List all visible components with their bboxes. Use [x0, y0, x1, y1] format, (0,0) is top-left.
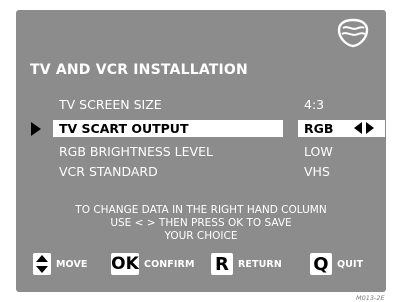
- ok-key-cap: OK: [111, 253, 139, 275]
- quit-label: QUIT: [337, 258, 364, 270]
- menu-row-value: LOW: [304, 144, 333, 159]
- move-label: MOVE: [56, 258, 88, 270]
- q-key-cap: Q: [310, 253, 332, 275]
- return-key[interactable]: R RETURN: [211, 253, 282, 275]
- menu-row-value: VHS: [304, 164, 330, 179]
- menu-row-value: RGB: [304, 121, 334, 136]
- quit-key[interactable]: Q QUIT: [310, 253, 363, 275]
- help-line: USE < > THEN PRESS OK TO SAVE: [110, 217, 292, 229]
- help-line: TO CHANGE DATA IN THE RIGHT HAND COLUMN: [75, 204, 327, 216]
- r-key-cap: R: [211, 253, 233, 275]
- confirm-key[interactable]: OK CONFIRM: [111, 253, 195, 275]
- menu-row-screen-size[interactable]: TV SCREEN SIZE 4:3: [53, 96, 385, 113]
- menu-row-scart-output[interactable]: TV SCART OUTPUT RGB: [53, 120, 385, 137]
- figure-frame: TV AND VCR INSTALLATION TV SCREEN SIZE 4…: [0, 0, 398, 302]
- philips-shield-logo-icon: [337, 18, 369, 48]
- move-key[interactable]: MOVE: [33, 253, 88, 275]
- left-right-arrows-icon[interactable]: [354, 122, 374, 134]
- menu-row-rgb-brightness[interactable]: RGB BRIGHTNESS LEVEL LOW: [53, 143, 385, 160]
- help-line: YOUR CHOICE: [164, 230, 238, 242]
- menu-row-value: 4:3: [304, 97, 325, 112]
- key-legend: MOVE OK CONFIRM R RETURN Q QUIT: [33, 253, 378, 277]
- figure-code: M013-2E: [356, 294, 385, 302]
- selection-pointer-icon: [31, 122, 41, 136]
- menu-row-label: RGB BRIGHTNESS LEVEL: [59, 144, 213, 159]
- menu-row-vcr-standard[interactable]: VCR STANDARD VHS: [53, 163, 385, 180]
- return-label: RETURN: [238, 258, 282, 270]
- page-title: TV AND VCR INSTALLATION: [30, 62, 248, 78]
- menu-row-label: TV SCREEN SIZE: [59, 97, 162, 112]
- help-text: TO CHANGE DATA IN THE RIGHT HAND COLUMN …: [16, 204, 386, 243]
- menu-row-label: TV SCART OUTPUT: [59, 121, 189, 136]
- up-down-arrows-icon: [33, 253, 51, 275]
- menu-row-label: VCR STANDARD: [59, 164, 158, 179]
- confirm-label: CONFIRM: [144, 258, 195, 270]
